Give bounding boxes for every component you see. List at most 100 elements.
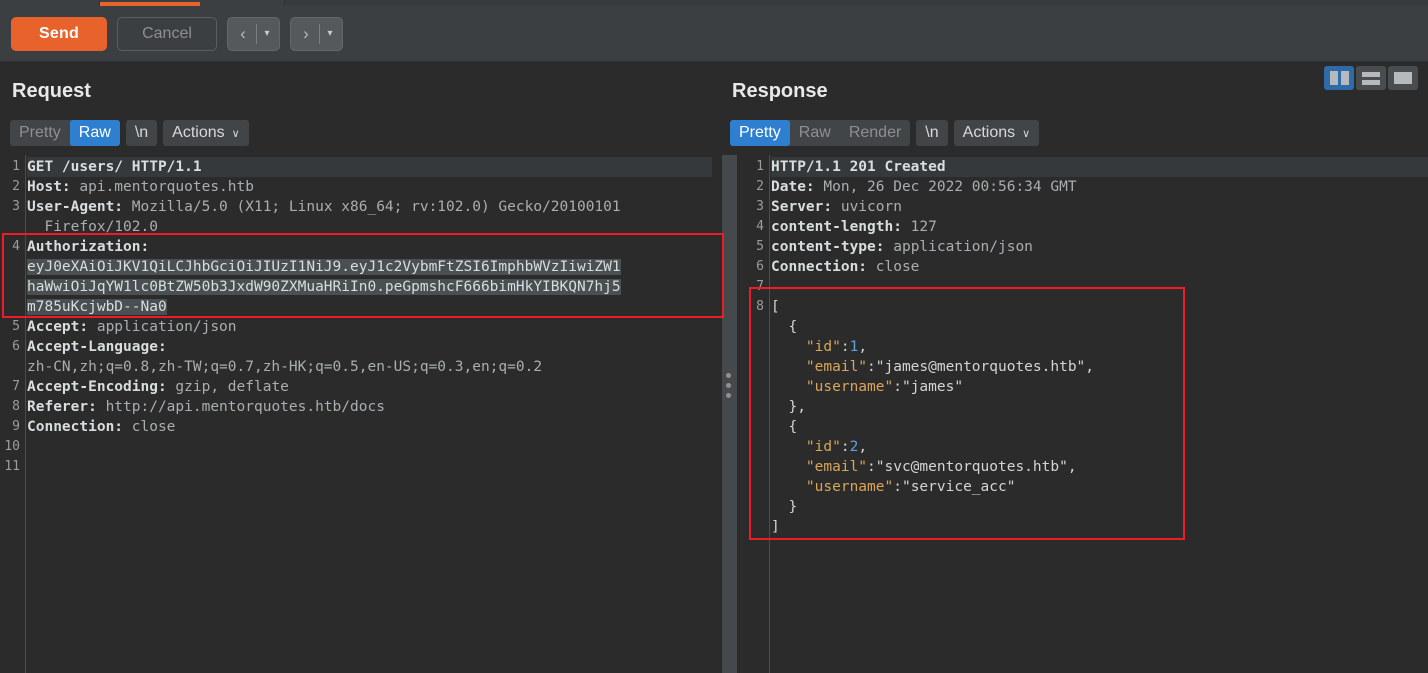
send-button[interactable]: Send xyxy=(11,16,107,51)
response-editor[interactable]: 1 2 3 4 5 6 7 8 HTTP/1.1 201 Created Date: Mon, … xyxy=(748,155,1428,673)
header-name: Accept-Encoding: xyxy=(27,379,167,395)
cancel-button[interactable]: Cancel xyxy=(117,16,217,51)
code-line: Connection: close xyxy=(27,417,712,437)
forward-button[interactable]: › ▾ xyxy=(290,16,343,51)
layout-toggle-group xyxy=(1324,66,1418,90)
code-line: ] xyxy=(771,517,1428,537)
request-message-text[interactable]: GET /users/ HTTP/1.1 Host: api.mentorquot… xyxy=(27,155,712,673)
code-line: } xyxy=(771,497,1428,517)
code-line: [ xyxy=(771,297,1428,317)
line-number: 2 xyxy=(12,179,20,194)
response-tab-raw[interactable]: Raw xyxy=(790,120,840,146)
code-line: }, xyxy=(771,397,1428,417)
response-actions-button[interactable]: Actions ∨ xyxy=(953,120,1040,146)
line-number: 6 xyxy=(12,339,20,354)
response-message-text[interactable]: HTTP/1.1 201 Created Date: Mon, 26 Dec 20… xyxy=(771,155,1428,673)
line-number: 8 xyxy=(756,299,764,314)
json-key: "username" xyxy=(805,479,894,495)
json-punc: : xyxy=(840,339,850,355)
status-line: HTTP/1.1 201 Created xyxy=(771,159,946,175)
response-view-mode-group: Pretty Raw Render xyxy=(730,120,911,146)
json-key: "email" xyxy=(805,459,868,475)
code-line: m785uKcjwbD--Na0 xyxy=(27,297,712,317)
code-line: Firefox/102.0 xyxy=(27,217,712,237)
line-number: 4 xyxy=(756,219,764,234)
json-num: 2 xyxy=(849,439,859,455)
json-punc: { xyxy=(788,319,798,335)
code-line: Connection: close xyxy=(771,257,1428,277)
header-value: 127 xyxy=(901,219,937,235)
request-line-numbers: 1 2 3 4 5 6 7 8 9 10 11 xyxy=(0,155,26,673)
code-line: content-type: application/json xyxy=(771,237,1428,257)
line-number: 5 xyxy=(12,319,20,334)
line-number: 2 xyxy=(756,179,764,194)
request-tab-raw[interactable]: Raw xyxy=(69,120,120,146)
line-number: 11 xyxy=(4,459,20,474)
json-punc: { xyxy=(788,419,798,435)
request-view-mode-group: Pretty Raw xyxy=(10,120,120,146)
line-number: 3 xyxy=(12,199,20,214)
line-number: 3 xyxy=(756,199,764,214)
line-number: 1 xyxy=(756,159,764,174)
line-number: 7 xyxy=(756,279,764,294)
chevron-down-icon[interactable]: ▾ xyxy=(257,28,277,39)
json-key: "username" xyxy=(805,379,894,395)
splitter-grip-icon[interactable] xyxy=(726,373,731,398)
header-name: Authorization: xyxy=(27,239,150,255)
header-name: Connection: xyxy=(27,419,124,435)
json-punc: } xyxy=(788,499,798,515)
layout-split-horizontal-button[interactable] xyxy=(1356,66,1386,90)
line-number: 6 xyxy=(756,259,764,274)
chevron-down-icon: ∨ xyxy=(1022,127,1031,140)
code-line: Server: uvicorn xyxy=(771,197,1428,217)
code-line: content-length: 127 xyxy=(771,217,1428,237)
json-punc: , xyxy=(858,439,868,455)
line-number: 9 xyxy=(12,419,20,434)
code-line: Referer: http://api.mentorquotes.htb/doc… xyxy=(27,397,712,417)
request-actions-button[interactable]: Actions ∨ xyxy=(163,120,249,146)
response-tab-pretty[interactable]: Pretty xyxy=(730,120,790,146)
panel-splitter[interactable] xyxy=(712,155,748,673)
request-view-tabs: Pretty Raw \n Actions ∨ xyxy=(10,120,249,146)
line-number: 8 xyxy=(12,399,20,414)
code-line: GET /users/ HTTP/1.1 xyxy=(27,157,712,177)
header-name: Accept-Language: xyxy=(27,339,167,355)
header-value: http://api.mentorquotes.htb/docs xyxy=(96,399,385,415)
code-line: { xyxy=(771,417,1428,437)
layout-single-pane-button[interactable] xyxy=(1388,66,1418,90)
request-editor[interactable]: 1 2 3 4 5 6 7 8 9 10 11 GET /users/ HTTP/1.1 Host: … xyxy=(0,155,712,673)
response-tab-render[interactable]: Render xyxy=(840,120,910,146)
code-line: haWwiOiJqYW1lc0BtZW50b3JxdW90ZXMuaHRiIn0… xyxy=(27,277,712,297)
code-text: zh-CN,zh;q=0.8,zh-TW;q=0.7,zh-HK;q=0.5,e… xyxy=(27,359,543,375)
header-value: application/json xyxy=(884,239,1033,255)
header-name: Server: xyxy=(771,199,833,215)
line-number: 5 xyxy=(756,239,764,254)
header-name: User-Agent: xyxy=(27,199,124,215)
split-vertical-icon xyxy=(1329,71,1349,85)
line-number xyxy=(0,217,25,237)
request-tab-pretty[interactable]: Pretty xyxy=(10,120,70,146)
token-value: eyJ0eXAiOiJKV1QiLCJhbGciOiJIUzI1NiJ9.eyJ… xyxy=(27,259,621,275)
layout-split-vertical-button[interactable] xyxy=(1324,66,1354,90)
response-tab-newline[interactable]: \n xyxy=(916,120,948,146)
json-str: "james" xyxy=(901,379,964,395)
json-punc: : xyxy=(867,359,876,375)
response-panel-title: Response xyxy=(732,80,828,102)
response-actions-label: Actions xyxy=(962,124,1016,141)
splitter-bar[interactable] xyxy=(722,155,737,673)
line-number: 10 xyxy=(4,439,20,454)
json-punc: }, xyxy=(788,399,806,415)
request-tab-newline[interactable]: \n xyxy=(125,120,158,146)
back-button[interactable]: ‹ ▾ xyxy=(227,16,280,51)
code-line: eyJ0eXAiOiJKV1QiLCJhbGciOiJIUzI1NiJ9.eyJ… xyxy=(27,257,712,277)
chevron-down-icon[interactable]: ▾ xyxy=(320,28,340,39)
json-punc: : xyxy=(893,379,902,395)
header-value: close xyxy=(867,259,920,275)
